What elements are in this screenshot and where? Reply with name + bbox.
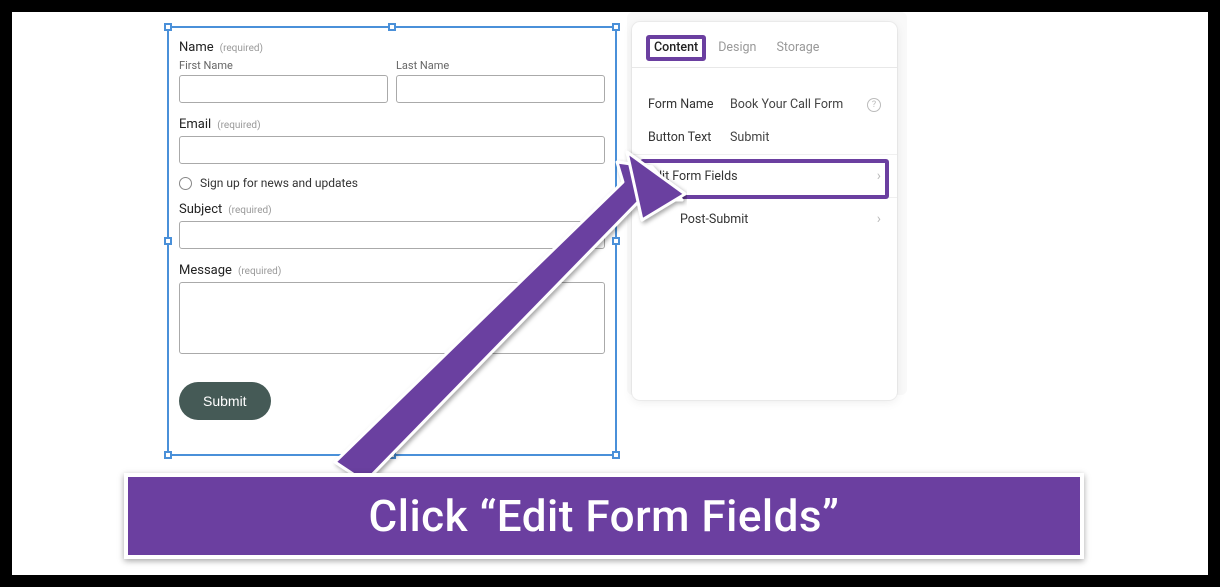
resize-handle[interactable] <box>612 451 620 459</box>
resize-handle[interactable] <box>388 451 396 459</box>
newsletter-label: Sign up for news and updates <box>200 176 358 190</box>
form-settings-panel: Content Design Storage Form Name Book Yo… <box>632 22 897 400</box>
required-marker: (required) <box>228 205 271 216</box>
resize-handle[interactable] <box>612 237 620 245</box>
post-submit-link[interactable]: Post-Submit › <box>632 197 897 240</box>
resize-handle[interactable] <box>164 237 172 245</box>
editor-canvas: Name (required) First Name Last Name Ema… <box>12 12 1208 575</box>
last-name-label: Last Name <box>396 59 605 72</box>
instruction-text: Click “Edit Form Fields” <box>369 490 840 542</box>
radio-icon <box>179 177 192 190</box>
subject-field-label: Subject (required) <box>179 202 605 217</box>
resize-handle[interactable] <box>388 23 396 31</box>
tab-design[interactable]: Design <box>708 35 766 67</box>
form-block-selection[interactable]: Name (required) First Name Last Name Ema… <box>167 26 617 456</box>
label-text: Subject <box>179 202 222 217</box>
required-marker: (required) <box>238 266 281 277</box>
label-text: Message <box>179 263 232 278</box>
required-marker: (required) <box>217 120 260 131</box>
first-name-input[interactable] <box>179 75 388 103</box>
form-name-row[interactable]: Form Name Book Your Call Form ? <box>648 88 881 121</box>
post-submit-label: Post-Submit <box>680 212 748 227</box>
button-text-row[interactable]: Button Text Submit <box>648 121 881 154</box>
required-marker: (required) <box>220 43 263 54</box>
submit-button[interactable]: Submit <box>179 382 271 420</box>
chevron-right-icon: › <box>877 168 881 184</box>
name-field-label: Name (required) <box>179 40 605 55</box>
label-text: Email <box>179 117 211 132</box>
last-name-input[interactable] <box>396 75 605 103</box>
email-field-label: Email (required) <box>179 117 605 132</box>
chevron-right-icon: › <box>877 211 881 227</box>
instruction-callout: Click “Edit Form Fields” <box>124 473 1084 559</box>
button-text-value: Submit <box>730 130 881 145</box>
button-text-label: Button Text <box>648 130 730 145</box>
edit-form-fields-label: Edit Form Fields <box>648 169 738 184</box>
panel-tabs: Content Design Storage <box>632 22 897 68</box>
resize-handle[interactable] <box>164 451 172 459</box>
form-name-value: Book Your Call Form <box>730 97 867 112</box>
tab-storage[interactable]: Storage <box>766 35 829 67</box>
label-text: Name <box>179 40 214 55</box>
name-row: First Name Last Name <box>179 59 605 103</box>
edit-form-fields-link[interactable]: Edit Form Fields › <box>632 154 897 197</box>
panel-body: Form Name Book Your Call Form ? Button T… <box>632 68 897 154</box>
newsletter-option[interactable]: Sign up for news and updates <box>179 176 605 190</box>
resize-handle[interactable] <box>612 23 620 31</box>
resize-handle[interactable] <box>164 23 172 31</box>
message-input[interactable] <box>179 282 605 354</box>
message-field-label: Message (required) <box>179 263 605 278</box>
tab-content[interactable]: Content <box>644 35 708 67</box>
subject-input[interactable] <box>179 221 605 249</box>
help-icon[interactable]: ? <box>867 98 881 112</box>
form-name-label: Form Name <box>648 97 730 112</box>
email-input[interactable] <box>179 136 605 164</box>
first-name-label: First Name <box>179 59 388 72</box>
